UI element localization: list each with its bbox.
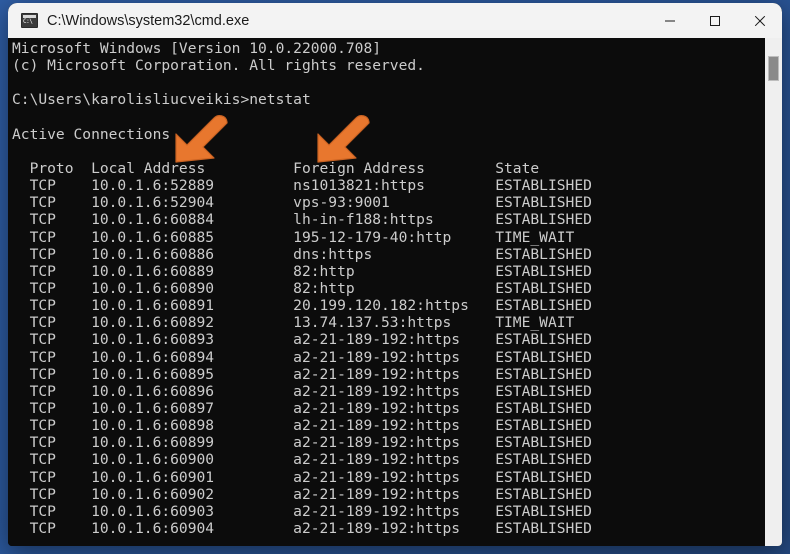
terminal-line: TCP 10.0.1.6:60892 13.74.137.53:https TI… (12, 314, 575, 332)
terminal-line: (c) Microsoft Corporation. All rights re… (12, 57, 425, 75)
terminal-output-area[interactable]: Microsoft Windows [Version 10.0.22000.70… (8, 38, 782, 546)
cmd-icon (21, 13, 38, 28)
terminal-line: TCP 10.0.1.6:52904 vps-93:9001 ESTABLISH… (12, 194, 592, 212)
window-controls (647, 3, 782, 38)
scrollbar-thumb[interactable] (768, 56, 779, 81)
terminal-line: TCP 10.0.1.6:60884 lh-in-f188:https ESTA… (12, 211, 592, 229)
title-bar[interactable]: C:\Windows\system32\cmd.exe (8, 3, 782, 38)
terminal-line: TCP 10.0.1.6:60903 a2-21-189-192:https E… (12, 502, 592, 520)
maximize-button[interactable] (692, 3, 737, 38)
terminal-line: Microsoft Windows [Version 10.0.22000.70… (12, 40, 382, 57)
terminal-line: TCP 10.0.1.6:60885 195-12-179-40:http TI… (12, 228, 575, 246)
terminal-line: TCP 10.0.1.6:60886 dns:https ESTABLISHED (12, 245, 592, 263)
terminal-line: TCP 10.0.1.6:60891 20.199.120.182:https … (12, 297, 592, 315)
terminal-line: TCP 10.0.1.6:60889 82:http ESTABLISHED (12, 262, 592, 280)
minimize-button[interactable] (647, 3, 692, 38)
terminal-line: TCP 10.0.1.6:60904 a2-21-189-192:https E… (12, 519, 592, 537)
terminal-line: TCP 10.0.1.6:60898 a2-21-189-192:https E… (12, 417, 592, 435)
terminal-line: Proto Local Address Foreign Address Stat… (12, 159, 540, 177)
close-button[interactable] (737, 3, 782, 38)
terminal-line: TCP 10.0.1.6:60897 a2-21-189-192:https E… (12, 399, 592, 417)
command-prompt-window: C:\Windows\system32\cmd.exe Microsoft (8, 3, 782, 546)
terminal-line: TCP 10.0.1.6:60900 a2-21-189-192:https E… (12, 451, 592, 469)
terminal-text: Microsoft Windows [Version 10.0.22000.70… (12, 40, 754, 537)
terminal-line: TCP 10.0.1.6:60893 a2-21-189-192:https E… (12, 331, 592, 349)
terminal-line: TCP 10.0.1.6:60901 a2-21-189-192:https E… (12, 468, 592, 486)
terminal-line: TCP 10.0.1.6:60895 a2-21-189-192:https E… (12, 365, 592, 383)
terminal-line: TCP 10.0.1.6:60899 a2-21-189-192:https E… (12, 434, 592, 452)
terminal-line: TCP 10.0.1.6:60902 a2-21-189-192:https E… (12, 485, 592, 503)
terminal-line: TCP 10.0.1.6:60896 a2-21-189-192:https E… (12, 382, 592, 400)
terminal-line: C:\Users\karolisliucveikis>netstat (12, 91, 311, 109)
terminal-line: TCP 10.0.1.6:52889 ns1013821:https ESTAB… (12, 177, 592, 195)
terminal-line: Active Connections (12, 125, 171, 143)
vertical-scrollbar[interactable] (765, 38, 782, 546)
terminal-line: TCP 10.0.1.6:60894 a2-21-189-192:https E… (12, 348, 592, 366)
window-title: C:\Windows\system32\cmd.exe (47, 12, 250, 29)
terminal-line: TCP 10.0.1.6:60890 82:http ESTABLISHED (12, 279, 592, 297)
